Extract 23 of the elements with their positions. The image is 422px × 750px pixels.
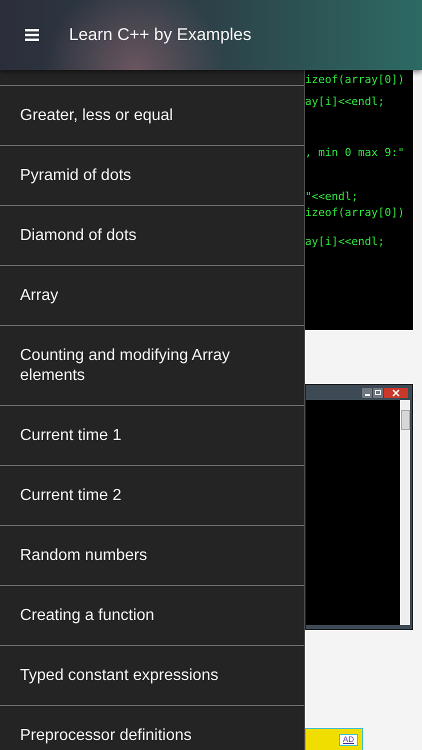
minimize-icon [362, 388, 372, 398]
drawer-item[interactable]: Diamond of dots [0, 206, 304, 266]
menu-icon[interactable] [25, 29, 39, 41]
code-line: izeof(array[0]) [305, 205, 406, 221]
drawer-item[interactable]: Random numbers [0, 526, 304, 586]
app-title: Learn C++ by Examples [69, 25, 252, 45]
drawer-item[interactable]: Current time 2 [0, 466, 304, 526]
drawer-item[interactable]: Counting and modifying Array elements [0, 326, 304, 406]
drawer-item[interactable]: Pyramid of dots [0, 146, 304, 206]
drawer-item[interactable]: Creating a function [0, 586, 304, 646]
code-line: "<<endl; [305, 189, 359, 205]
maximize-icon [373, 388, 383, 398]
code-line: ay[i]<<endl; [305, 94, 386, 110]
code-line: izeof(array[0]) [305, 72, 406, 88]
drawer-item[interactable]: Current time 1 [0, 406, 304, 466]
drawer-item[interactable]: Greater, less or equal [0, 86, 304, 146]
drawer-item[interactable]: Preprocessor definitions [0, 706, 304, 750]
drawer-item[interactable]: Typed constant expressions [0, 646, 304, 706]
ad-label[interactable]: AD [338, 734, 358, 746]
drawer-item[interactable]: Array [0, 266, 304, 326]
code-line: , min 0 max 9:" [305, 145, 406, 161]
code-line: ay[i]<<endl; [305, 234, 386, 250]
close-icon [384, 388, 408, 398]
